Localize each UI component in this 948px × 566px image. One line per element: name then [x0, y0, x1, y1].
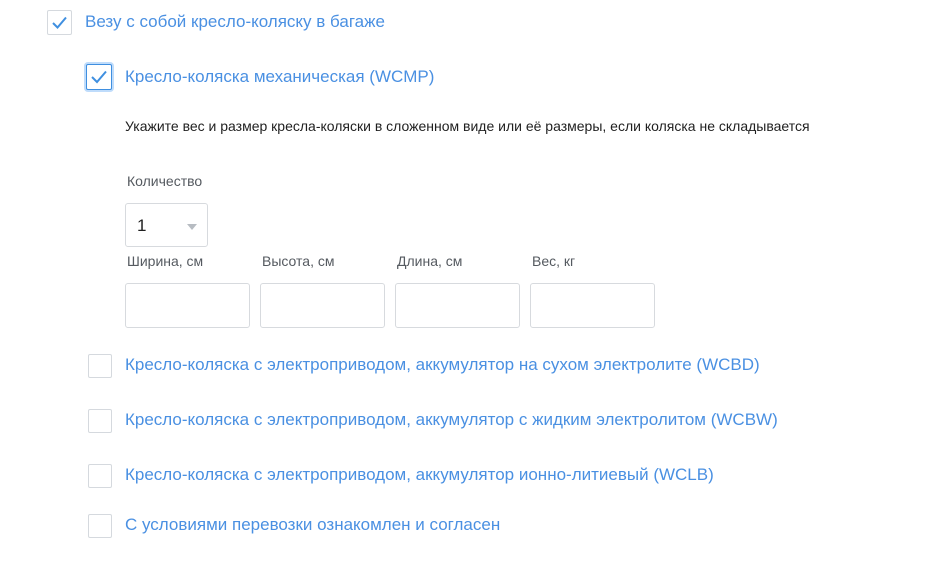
checkmark-icon [52, 16, 67, 29]
wcbw-label[interactable]: Кресло-коляска с электроприводом, аккуму… [125, 409, 778, 431]
wcbd-checkbox[interactable] [88, 354, 112, 378]
checkmark-icon [91, 70, 107, 84]
wcbd-label[interactable]: Кресло-коляска с электроприводом, аккуму… [125, 354, 760, 376]
wheelchair-in-baggage-label[interactable]: Везу с собой кресло-коляску в багаже [85, 11, 385, 33]
wcbw-checkbox[interactable] [88, 409, 112, 433]
wheelchair-in-baggage-checkbox[interactable] [47, 10, 72, 35]
terms-label[interactable]: С условиями перевозки ознакомлен и согла… [125, 514, 500, 536]
quantity-label: Количество [127, 173, 203, 189]
quantity-value: 1 [137, 216, 147, 235]
weight-input[interactable] [530, 283, 655, 328]
wclb-checkbox[interactable] [88, 464, 112, 488]
height-input[interactable] [260, 283, 385, 328]
length-label: Длина, см [397, 253, 463, 269]
height-label: Высота, см [262, 253, 335, 269]
width-label: Ширина, см [127, 253, 204, 269]
length-input[interactable] [395, 283, 520, 328]
wcmp-label[interactable]: Кресло-коляска механическая (WCMP) [125, 66, 434, 88]
weight-label: Вес, кг [532, 253, 576, 269]
dimensions-hint: Укажите вес и размер кресла-коляски в сл… [125, 118, 810, 134]
quantity-select[interactable]: 1 [125, 203, 208, 247]
wclb-label[interactable]: Кресло-коляска с электроприводом, аккуму… [125, 464, 714, 486]
wcmp-checkbox[interactable] [86, 64, 112, 90]
chevron-down-icon [187, 224, 197, 230]
terms-checkbox[interactable] [88, 514, 112, 538]
width-input[interactable] [125, 283, 250, 328]
wheelchair-baggage-form: Везу с собой кресло-коляску в багаже Кре… [0, 0, 948, 566]
